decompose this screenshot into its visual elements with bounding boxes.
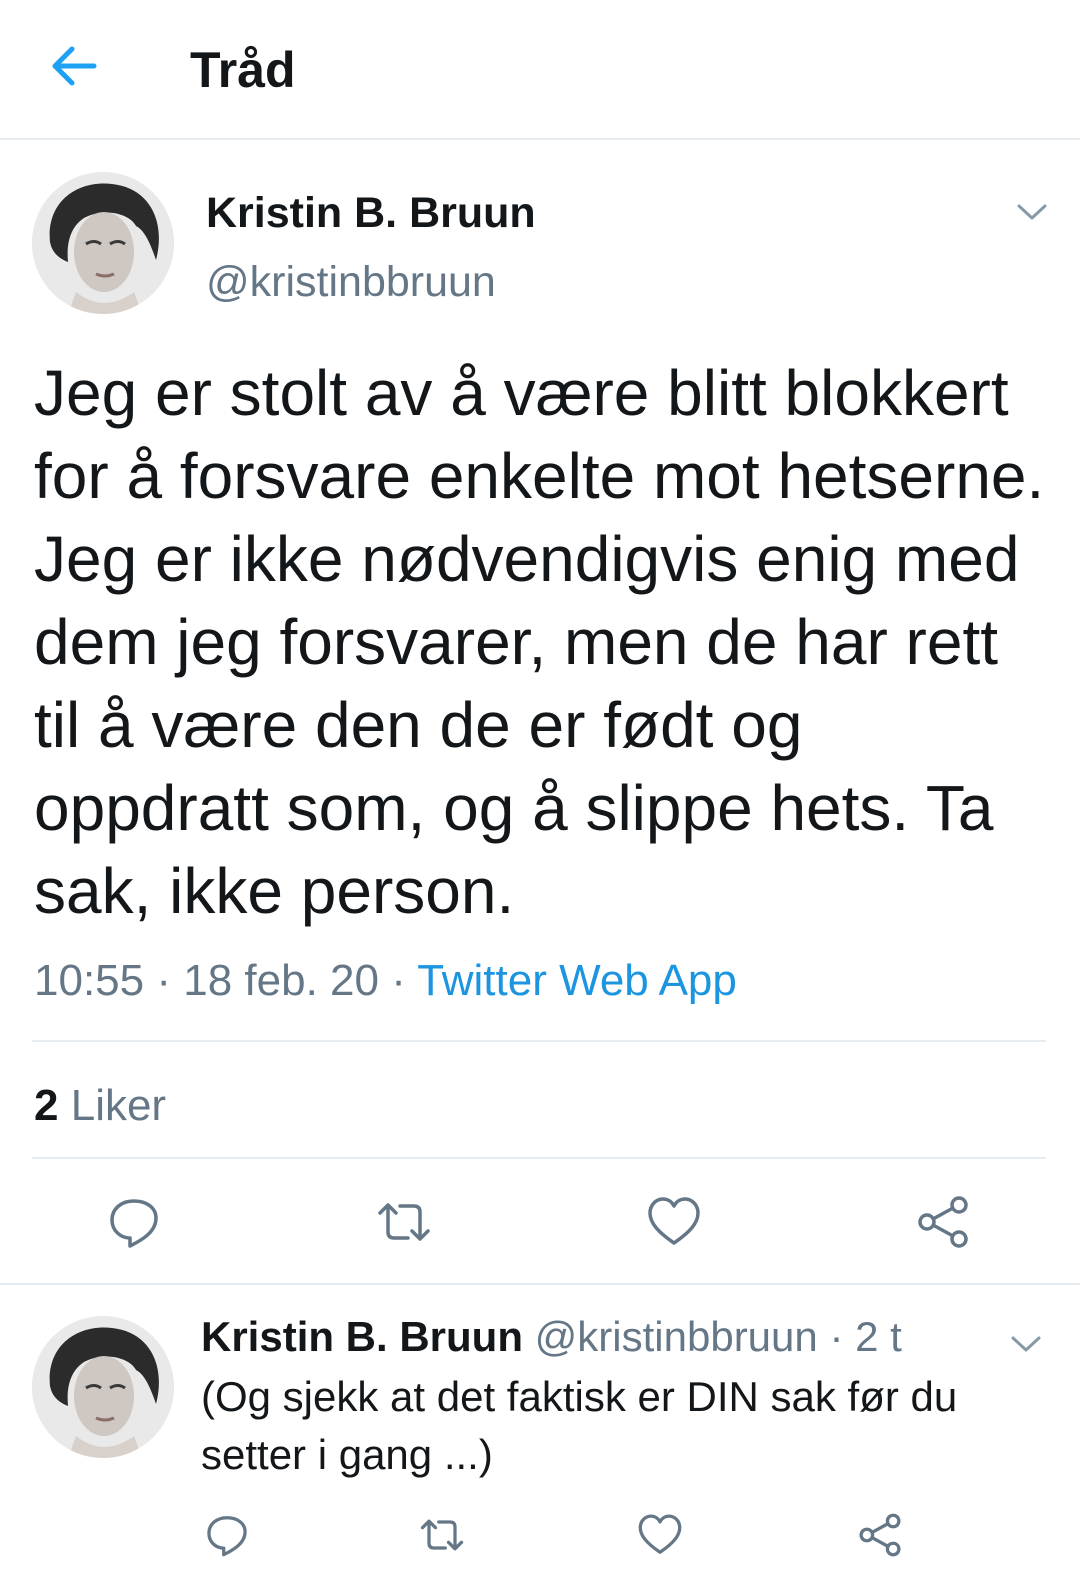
reply-icon[interactable] xyxy=(204,1512,250,1558)
top-bar: Tråd xyxy=(0,0,1080,140)
tweet-text: Jeg er stolt av å være blitt blokkert fo… xyxy=(34,357,1045,927)
tweet-time: 10:55 xyxy=(34,956,145,1005)
tweet-meta: 10:55 · 18 feb. 20 · Twitter Web App xyxy=(34,953,737,1009)
back-arrow-icon[interactable] xyxy=(46,38,102,94)
chevron-down-icon[interactable] xyxy=(1014,196,1050,226)
reply-author-name[interactable]: Kristin B. Bruun xyxy=(201,1313,523,1360)
meta-separator: · xyxy=(156,956,171,1005)
author-name[interactable]: Kristin B. Bruun xyxy=(206,186,536,240)
author-handle[interactable]: @kristinbbruun xyxy=(206,255,496,309)
retweet-icon[interactable] xyxy=(372,1194,436,1250)
tweet-date: 18 feb. 20 xyxy=(183,956,379,1005)
likes-count[interactable]: 2 Liker xyxy=(34,1078,166,1134)
meta-separator: · xyxy=(829,1313,844,1360)
likes-number: 2 xyxy=(34,1081,59,1130)
likes-label: Liker xyxy=(70,1081,167,1130)
reply-text: (Og sjekk at det faktisk er DIN sak før … xyxy=(201,1373,958,1478)
divider xyxy=(32,1040,1046,1042)
retweet-icon[interactable] xyxy=(416,1512,468,1558)
page-title: Tråd xyxy=(190,42,296,98)
divider xyxy=(0,1283,1080,1285)
avatar[interactable] xyxy=(32,172,174,314)
divider xyxy=(32,1157,1046,1159)
reply-header: Kristin B. Bruun @kristinbbruun · 2 t xyxy=(201,1310,902,1364)
reply-icon[interactable] xyxy=(106,1194,162,1250)
reply-age: 2 t xyxy=(855,1313,902,1360)
meta-separator: · xyxy=(391,956,406,1005)
share-icon[interactable] xyxy=(914,1194,972,1250)
like-icon[interactable] xyxy=(646,1194,702,1250)
reply-avatar[interactable] xyxy=(32,1316,174,1458)
tweet-source-link[interactable]: Twitter Web App xyxy=(417,956,737,1005)
reply-author-handle[interactable]: @kristinbbruun xyxy=(535,1313,818,1360)
chevron-down-icon[interactable] xyxy=(1008,1328,1044,1358)
like-icon[interactable] xyxy=(637,1512,683,1558)
share-icon[interactable] xyxy=(856,1512,904,1558)
